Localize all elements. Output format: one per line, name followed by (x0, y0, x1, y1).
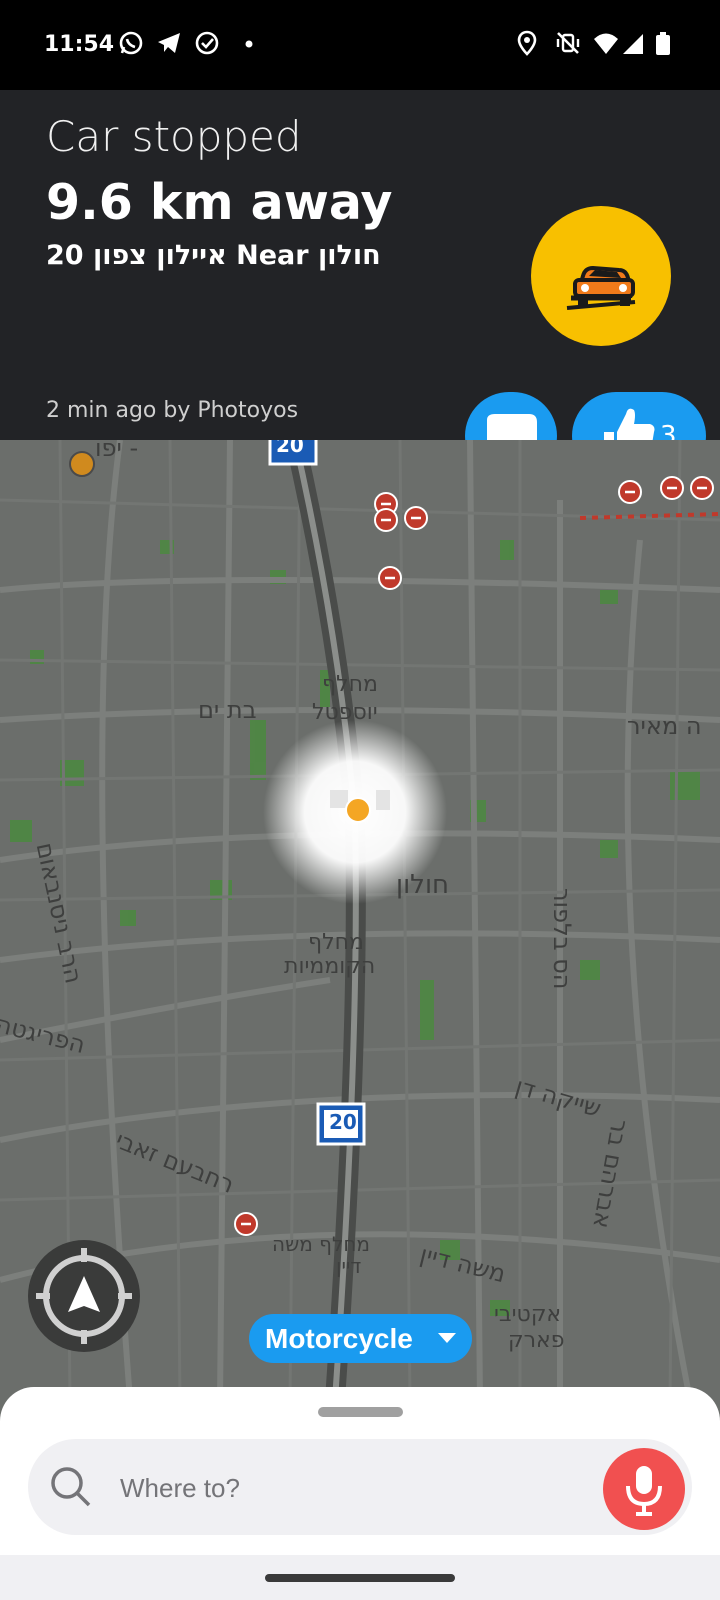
search-input[interactable]: Where to? (120, 1473, 240, 1504)
map-label-komemiyut-2: הקוממיות (284, 954, 376, 979)
microphone-icon (626, 1466, 662, 1516)
highway-20-shield-top: 20 (276, 440, 304, 457)
recenter-arrow-icon (36, 1248, 132, 1344)
map-label-moshe-dayan-interchange-2: דיין (336, 1254, 362, 1278)
alert-location: 20 איילון צפון Near חולון (46, 240, 381, 271)
voice-search-button[interactable] (603, 1448, 685, 1530)
map-label-hasul: הס בלפור (548, 888, 576, 990)
wifi-icon (594, 33, 618, 54)
check-circle-icon (195, 31, 219, 55)
signal-icon (623, 34, 643, 54)
alert-distance: 9.6 km away (46, 174, 393, 231)
location-icon (517, 30, 537, 56)
status-time: 11:54 (44, 32, 115, 57)
telegram-icon (158, 33, 180, 53)
map-label-park-1: אקטיבי (494, 1302, 562, 1327)
search-icon (51, 1467, 91, 1507)
sheet-drag-handle[interactable] (318, 1407, 403, 1417)
caret-down-icon (438, 1333, 456, 1343)
map-label-yosftal-1: מחלף (322, 672, 378, 697)
vehicle-type-label: Motorcycle (265, 1323, 413, 1354)
recenter-button[interactable] (28, 1240, 140, 1352)
system-nav-bar (0, 1555, 720, 1600)
map-label-yafo: יפו - (95, 440, 139, 462)
car-stopped-badge (531, 206, 671, 346)
dot-icon (245, 40, 253, 48)
status-bar: 11:54 (0, 0, 720, 90)
alert-meta: 2 min ago by Photoyos (46, 398, 299, 423)
map-label-bat-yam: בת ים (198, 696, 257, 724)
alert-title: Car stopped (46, 112, 302, 161)
map-label-park-2: פארק (508, 1328, 565, 1353)
vehicle-type-selector[interactable]: Motorcycle (249, 1314, 472, 1363)
whatsapp-icon (119, 31, 143, 55)
map-label-yosftal-2: יוספטל (312, 700, 378, 725)
home-gesture-bar[interactable] (265, 1574, 455, 1582)
vibrate-off-icon (556, 32, 580, 54)
map-label-meir: ה מאיר (627, 712, 702, 740)
map-label-moshe-dayan-interchange-1: מחלף משה (272, 1232, 370, 1256)
battery-icon (656, 32, 670, 55)
car-stopped-icon (566, 265, 636, 310)
highway-20-shield-bottom: 20 (329, 1110, 357, 1134)
map-label-holon: חולון (396, 870, 450, 900)
search-bar[interactable]: Where to? (28, 1439, 692, 1535)
map-label-komemiyut-1: מחלף (308, 930, 364, 955)
